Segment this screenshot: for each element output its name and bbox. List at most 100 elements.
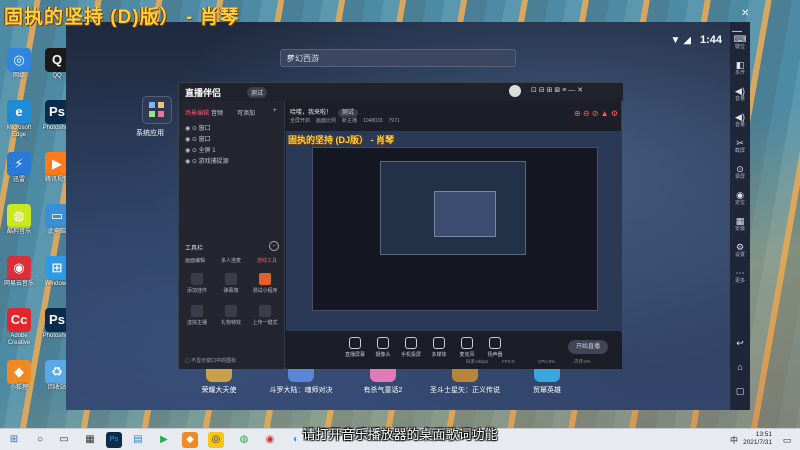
scene-tab[interactable]: + (273, 108, 277, 114)
start-broadcast-button[interactable]: 开始直播 (568, 340, 608, 354)
eye-icon[interactable]: ◉ ⊙ (185, 148, 199, 154)
toolbar-label: 更多 (734, 278, 745, 284)
desktop-icon[interactable]: e Microsoft Edge (2, 100, 36, 139)
control-button[interactable]: 直播屏幕 (342, 337, 368, 358)
eye-icon[interactable]: ◉ ⊙ (185, 126, 199, 132)
toolbar-item[interactable]: ◧ 多开 (730, 60, 750, 76)
greeting: 哈喽，我来啦！ 测试 (290, 107, 358, 117)
status-icons[interactable]: ⊕ ⊖ ⊘ ▲ ⚙ (574, 109, 618, 118)
tool-button[interactable]: 虚拟主播 (183, 305, 211, 326)
test-badge: 测试 (247, 87, 268, 98)
scene-tab[interactable]: 场景编辑 (185, 108, 209, 117)
toolbar-item[interactable]: ◉ 定位 (730, 190, 750, 206)
emulator-clock: 1:44 (699, 34, 722, 46)
desktop-icon-label: Microsoft Edge (6, 125, 32, 138)
toolbar-icon: ◧ (735, 60, 745, 70)
desktop-icon[interactable]: ◉ 网易云音乐 (2, 256, 36, 288)
toolbar-label: 定位 (734, 200, 745, 206)
eye-icon[interactable]: ◉ ⊙ (185, 137, 199, 143)
toolbar-icon: ⋯ (735, 268, 745, 278)
toolbar-item[interactable]: ✂ 截屏 (730, 138, 750, 154)
close-icon[interactable]: ✕ (741, 8, 749, 19)
source-label: 游戏捕捉源 (198, 159, 229, 165)
desktop-app-icon: ◉ (7, 256, 31, 280)
toolbar-item[interactable]: ◀) 音量 (730, 112, 750, 128)
source-item[interactable]: ◉ ⊙ 窗口 (185, 134, 211, 143)
checkbox-icon[interactable]: ▢ (185, 358, 190, 364)
tool-label: 添加挂件 (186, 288, 207, 294)
control-button[interactable]: 摄像头 (370, 337, 396, 358)
toolbar-icon: ⚙ (735, 242, 745, 252)
scene-tab[interactable]: 音频 (211, 108, 223, 117)
tool-icon (259, 273, 271, 285)
tools-settings-icon[interactable]: − (269, 241, 279, 251)
tool-icon (225, 273, 237, 285)
desktop-app-icon: ◆ (7, 360, 31, 384)
toolbar-label: 截屏 (734, 148, 745, 154)
source-item[interactable]: ◉ ⊙ 游戏捕捉源 (185, 156, 229, 165)
source-item[interactable]: ◉ ⊙ 窗口 (185, 123, 211, 132)
wifi-icon: ▼ ◢ (670, 35, 691, 46)
tool-button[interactable]: 测试小程序 (251, 273, 279, 294)
room-stat: 7971 (388, 118, 400, 124)
eye-icon[interactable]: ◉ ⊙ (185, 159, 199, 165)
dock-app-label: 荣耀大天使 (201, 387, 237, 394)
live-app-logo: 直播伴侣 (185, 88, 222, 98)
tool-button[interactable]: 上传一键式 (251, 305, 279, 326)
tool-label: 上传一键式 (252, 320, 278, 326)
desktop-icon[interactable]: ◆ 小狐狸 (2, 360, 36, 392)
toolbar-item[interactable]: ⊙ 录屏 (730, 164, 750, 180)
control-button[interactable]: 多媒体 (426, 337, 452, 358)
control-button[interactable]: 手机投屏 (398, 337, 424, 358)
search-icon[interactable]: ⌕ (287, 51, 510, 64)
system-apps-folder[interactable] (142, 96, 172, 124)
control-icon (461, 337, 473, 349)
toolbar-item[interactable]: ↩ (730, 338, 750, 348)
emulator-search-box[interactable]: 梦幻西游 ⌕ (280, 49, 516, 67)
control-icon (405, 337, 417, 349)
grid-icon (149, 102, 164, 117)
toolbar-icon: ⌨ (733, 34, 747, 44)
toolbar-icon: ✂ (736, 138, 744, 148)
dock-app-label: 圣斗士星矢：正义传说 (430, 387, 500, 394)
avatar[interactable] (509, 85, 521, 97)
desktop-icon[interactable]: ◎ 网络 (2, 48, 36, 80)
toolbar-item[interactable]: ⋯ 更多 (730, 268, 750, 284)
desktop-icon[interactable]: ⚡ 迅雷 (2, 152, 36, 184)
header-icons[interactable]: ⊡ ⊟ ⊞ ⊠ ≡ — ✕ (531, 86, 583, 94)
live-app-main: 哈喽，我来啦！ 测试 全屏开启 画面比例 新主播 1048033 7971 ⊕ ⊖ ⊘ … (286, 101, 622, 369)
tool-tab[interactable]: 游戏工具 (257, 257, 277, 264)
toolbar-item[interactable]: ⌂ (730, 362, 750, 372)
toolbar-icon: ⊙ (736, 164, 744, 174)
room-stat: 1048033 (363, 118, 383, 124)
tool-button[interactable]: 添加挂件 (183, 273, 211, 294)
toolbar-icon: ◀) (735, 112, 745, 122)
toolbar-item[interactable]: ▢ (730, 386, 750, 396)
toolbar-item[interactable]: ⚙ 设置 (730, 242, 750, 258)
toolbar-item[interactable]: ⌨ 键位 (730, 34, 750, 50)
toolbar-item[interactable]: ▦ 安装 (730, 216, 750, 232)
toolbar-item[interactable]: ◀) 音量 (730, 86, 750, 102)
tool-button[interactable]: 弹幕墙 (217, 273, 245, 294)
tool-tab[interactable]: 画面编辑 (185, 257, 205, 264)
control-button[interactable]: 扬声器 (482, 337, 508, 358)
desktop-icon[interactable]: Cc Adobe Creative (2, 308, 36, 347)
source-item[interactable]: ◉ ⊙ 全屏 1 (185, 145, 216, 154)
live-broadcast-app-window: 直播伴侣 测试 ⊡ ⊟ ⊞ ⊠ ≡ — ✕ 场景编辑 音频 可添加 + ◉ ⊙ 窗口 ◉… (178, 82, 623, 369)
toolbar-label: 设置 (734, 252, 745, 258)
desktop-icon[interactable]: ◍ 酷狗音乐 (2, 204, 36, 236)
toolbar-label: 安装 (734, 226, 745, 232)
tool-tab[interactable]: 多人连麦 (221, 257, 241, 264)
scene-tab[interactable]: 可添加 (237, 108, 255, 117)
tool-button[interactable]: 礼物特效 (217, 305, 245, 326)
control-button[interactable]: 麦克风 (454, 337, 480, 358)
live-app-sidebar: 场景编辑 音频 可添加 + ◉ ⊙ 窗口 ◉ ⊙ 窗口 ◉ ⊙ 全屏 1 ◉ ⊙ 游戏捕捉源… (179, 101, 285, 369)
room-stat: 画面比例 (316, 118, 337, 124)
stream-preview: 固执的坚持 (DJ版） - 肖琴 (286, 131, 622, 331)
system-apps-label: 系统应用 (136, 130, 164, 137)
tool-label: 弹幕墙 (223, 288, 239, 294)
control-label: 麦克风 (459, 352, 475, 358)
tool-label: 虚拟主播 (186, 320, 207, 326)
tools-title: 工具栏 (185, 246, 204, 252)
desktop-app-icon: Cc (7, 308, 31, 332)
